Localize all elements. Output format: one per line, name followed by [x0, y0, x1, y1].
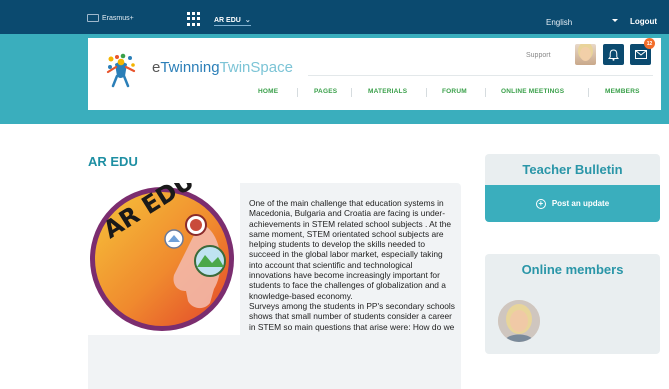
eu-flag-icon: [87, 14, 99, 22]
online-members-title: Online members: [521, 262, 624, 277]
nav-online-meetings[interactable]: ONLINE MEETINGS: [501, 88, 564, 95]
project-image: AR EDU: [88, 167, 240, 335]
main-nav: HOME PAGES MATERIALS FORUM ONLINE MEETIN…: [88, 88, 661, 100]
project-selector[interactable]: AR EDU ⌄: [214, 16, 251, 26]
caret-down-icon[interactable]: [612, 19, 618, 22]
header-card: eTwinningTwinSpace Support 12 HOME PAGES…: [88, 38, 661, 110]
support-link[interactable]: Support: [526, 52, 551, 59]
nav-materials[interactable]: MATERIALS: [368, 88, 407, 95]
erasmus-link[interactable]: Erasmus+: [87, 14, 134, 22]
bell-icon: [608, 48, 619, 61]
member-avatar[interactable]: [498, 300, 540, 342]
nav-separator: [485, 88, 486, 97]
notification-badge: 12: [644, 38, 655, 49]
logo-twinspace: TwinSpace: [219, 59, 293, 76]
logout-button[interactable]: Logout: [630, 17, 657, 26]
nav-pages[interactable]: PAGES: [314, 88, 337, 95]
etwinning-logo[interactable]: [103, 50, 147, 88]
user-avatar[interactable]: [575, 44, 596, 65]
online-members: Online members: [485, 254, 660, 354]
logo-twinning: Twinning: [160, 59, 220, 76]
apps-grid-icon[interactable]: [187, 12, 201, 26]
nav-separator: [426, 88, 427, 97]
nav-forum[interactable]: FORUM: [442, 88, 467, 95]
notifications-button[interactable]: [603, 44, 624, 65]
nav-home[interactable]: HOME: [258, 88, 278, 95]
language-selector[interactable]: English: [546, 18, 572, 27]
project-selector-label: AR EDU: [214, 16, 241, 24]
post-update-label: Post an update: [551, 199, 610, 208]
logo-wordmark: eTwinningTwinSpace: [152, 59, 293, 76]
teacher-bulletin: Teacher Bulletin + Post an update: [485, 154, 660, 222]
chevron-down-icon: ⌄: [244, 17, 251, 24]
top-bar: Erasmus+ AR EDU ⌄ English Logout: [0, 0, 669, 34]
nav-separator: [351, 88, 352, 97]
post-update-button[interactable]: + Post an update: [485, 185, 660, 222]
page-title: AR EDU: [88, 154, 138, 169]
mail-icon: [634, 50, 647, 59]
nav-members[interactable]: MEMBERS: [605, 88, 640, 95]
nav-separator: [588, 88, 589, 97]
nav-separator: [297, 88, 298, 97]
erasmus-label: Erasmus+: [102, 14, 134, 22]
project-description: One of the main challenge that education…: [249, 198, 455, 332]
nav-divider: [308, 75, 653, 76]
bulletin-title: Teacher Bulletin: [485, 154, 660, 185]
plus-circle-icon: +: [535, 198, 546, 209]
